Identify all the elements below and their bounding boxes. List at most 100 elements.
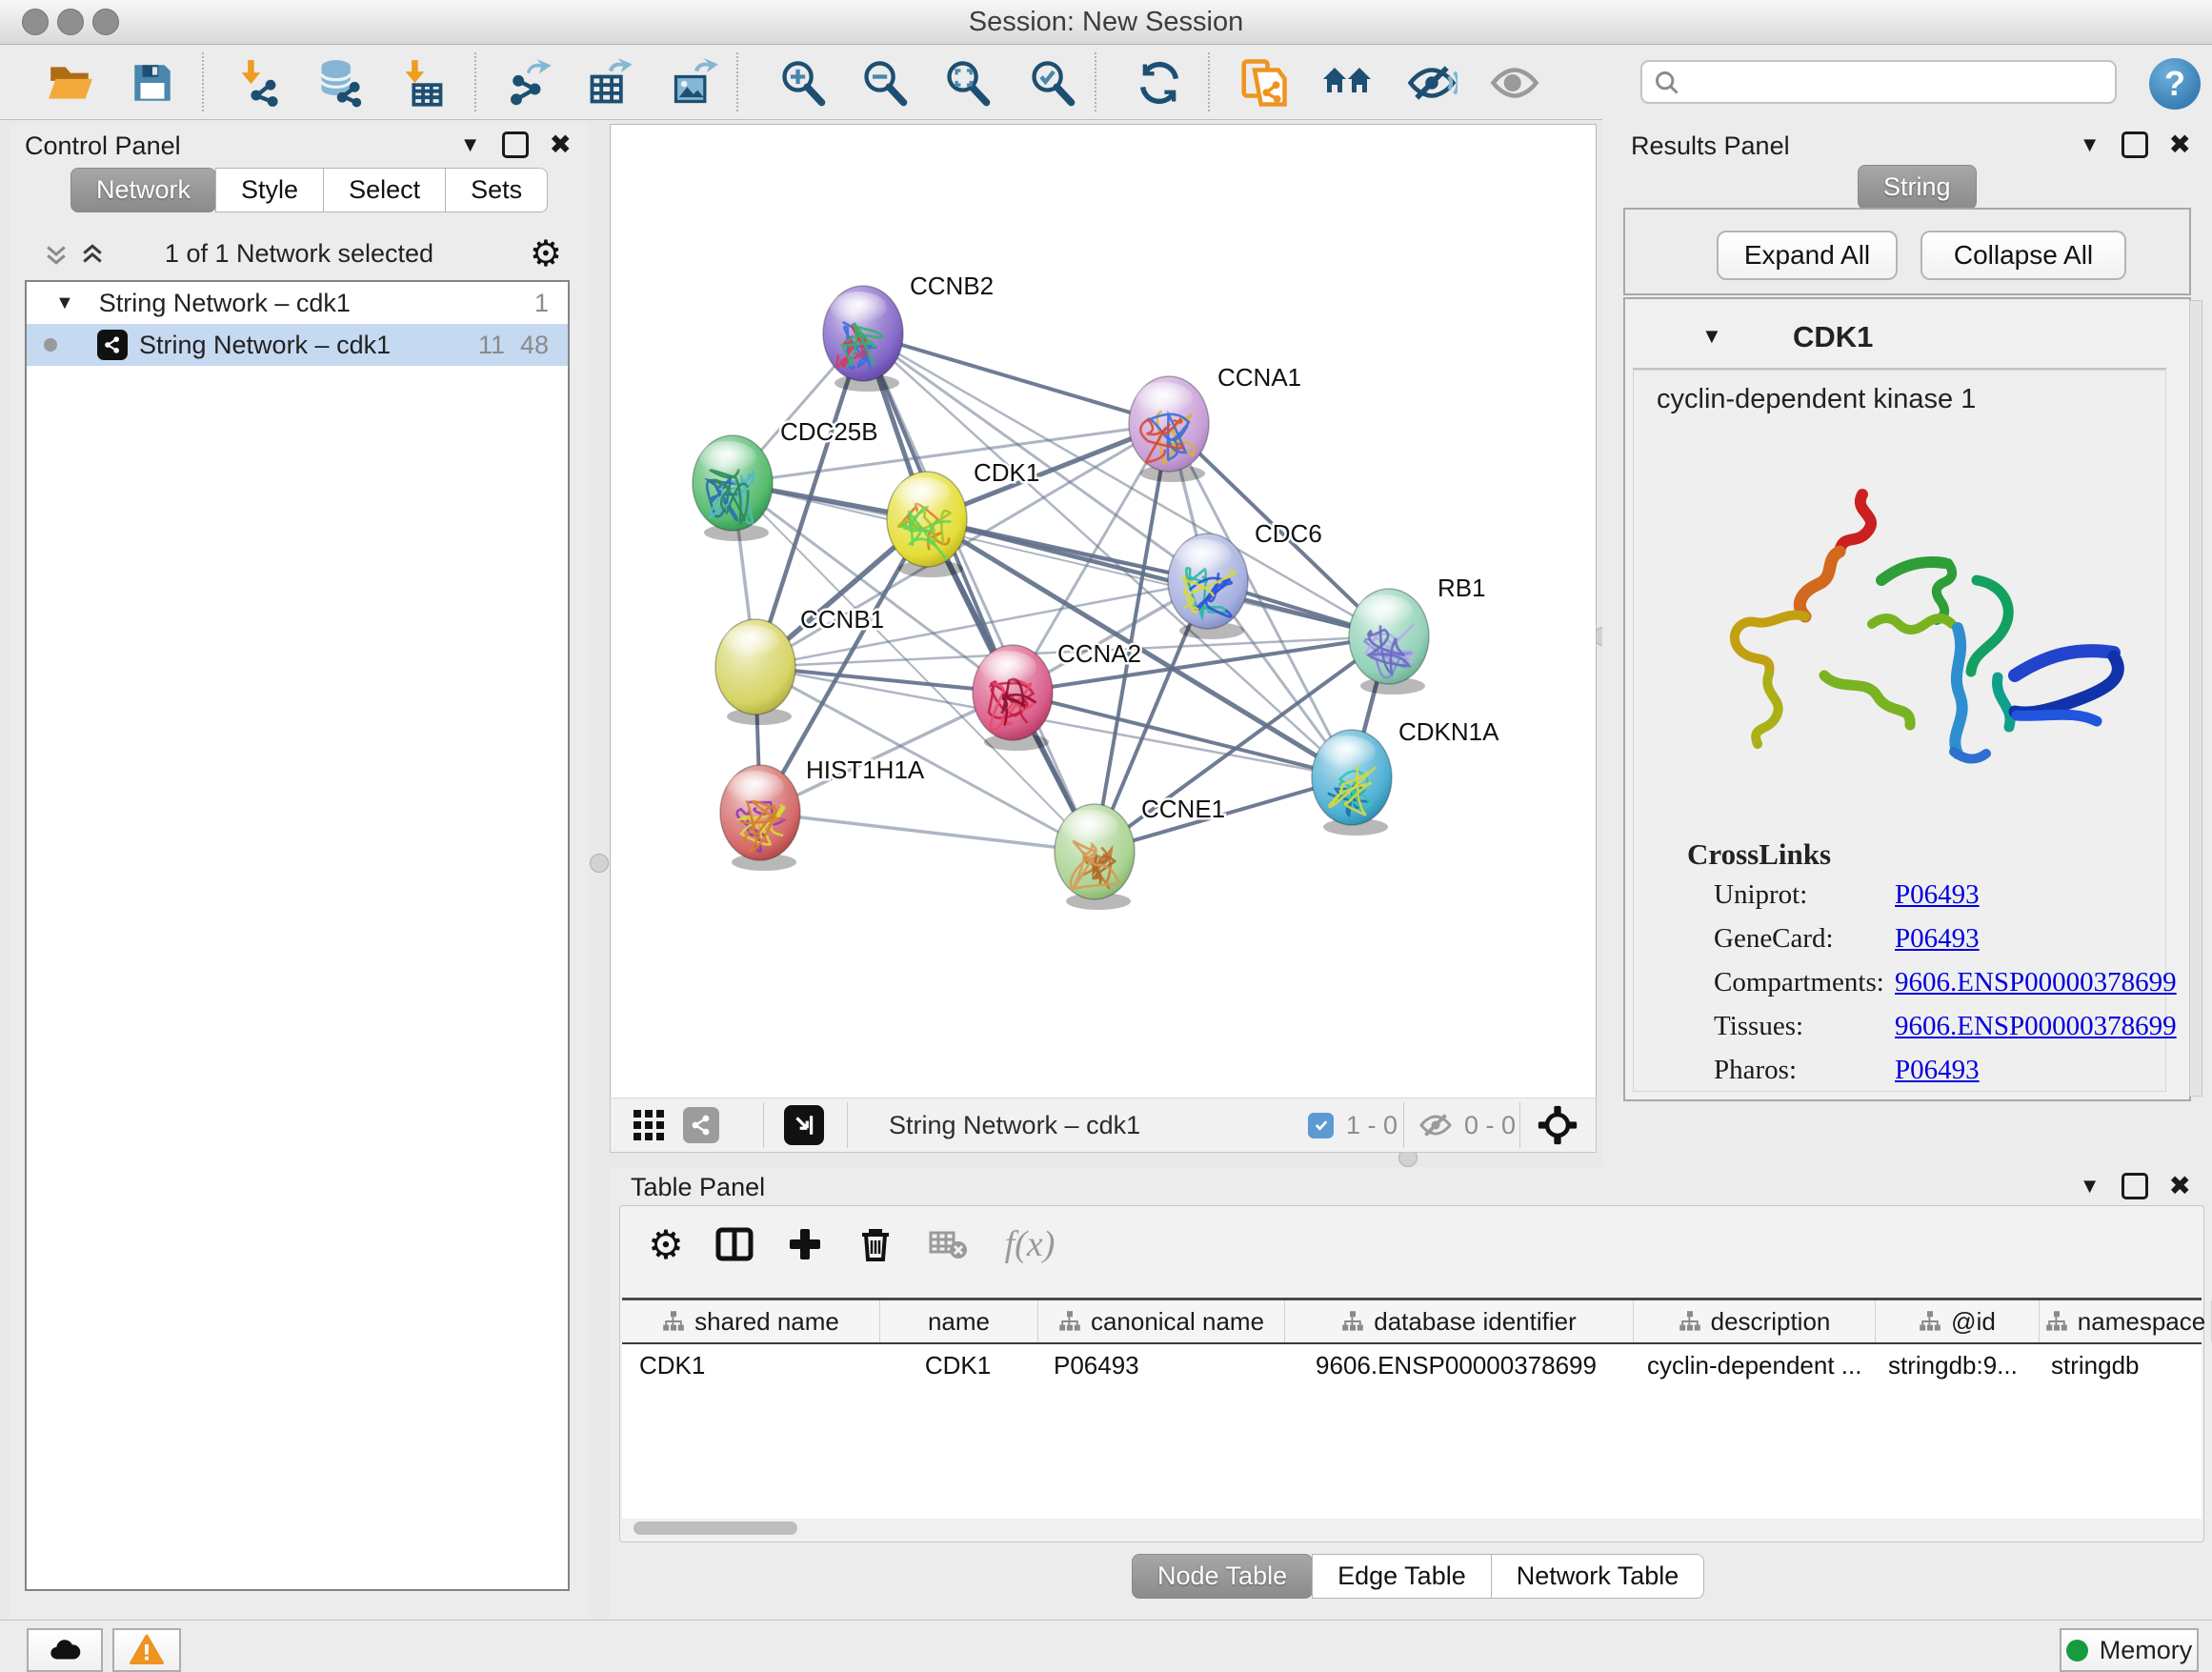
network-canvas[interactable]: CCNB2CCNA1CDC25BCDK1CDC6RB1CCNB1CCNA2CDK…	[610, 124, 1597, 1099]
crosslink-link[interactable]: 9606.ENSP00000378699	[1895, 1011, 2177, 1042]
gene-expander-icon[interactable]: ▼	[1701, 326, 1722, 347]
results-scrollbar[interactable]	[2189, 300, 2202, 1097]
table-panel-collapse-icon[interactable]: ▼	[2080, 1176, 2101, 1197]
help-button[interactable]: ?	[2149, 58, 2201, 110]
open-session-icon[interactable]	[44, 58, 97, 108]
memory-button[interactable]: Memory	[2060, 1628, 2199, 1672]
zoom-in-icon[interactable]	[776, 58, 830, 108]
results-panel-collapse-icon[interactable]: ▼	[2080, 134, 2101, 155]
control-panel-close-icon[interactable]: ✖	[550, 131, 572, 158]
grid-view-icon[interactable]	[632, 1098, 666, 1152]
column-header-database-identifier[interactable]: database identifier	[1285, 1300, 1634, 1342]
crosslink-link[interactable]: P06493	[1895, 879, 1980, 911]
zoom-out-icon[interactable]	[858, 58, 912, 108]
tab-string[interactable]: String	[1858, 165, 1977, 210]
results-panel-float-icon[interactable]	[2122, 131, 2148, 158]
node-table: shared namenamecanonical namedatabase id…	[622, 1298, 2202, 1521]
network-node-CCNA1[interactable]	[1129, 376, 1209, 482]
tab-select[interactable]: Select	[323, 168, 446, 212]
houses-icon[interactable]	[1321, 58, 1375, 108]
control-panel: Control Panel ▼ ✖ NetworkStyleSelectSets…	[10, 124, 589, 1620]
tab-node-table[interactable]: Node Table	[1132, 1554, 1313, 1599]
hidden-eye-icon[interactable]	[1418, 1098, 1453, 1152]
birds-eye-toggle[interactable]	[784, 1098, 824, 1152]
network-collection-row[interactable]: ▼ String Network – cdk1 1	[27, 282, 568, 324]
node-label-CDKN1A: CDKN1A	[1398, 717, 1499, 746]
hide-eye-icon[interactable]	[1405, 58, 1458, 108]
tab-network-table[interactable]: Network Table	[1491, 1554, 1705, 1599]
control-panel-float-icon[interactable]	[502, 131, 529, 158]
crosslink-link[interactable]: 9606.ENSP00000378699	[1895, 967, 2177, 998]
network-node-CCNE1[interactable]	[1055, 804, 1135, 910]
table-columns-icon[interactable]	[708, 1214, 761, 1275]
collapse-all-icon[interactable]	[42, 240, 70, 269]
table-clear-icon[interactable]	[921, 1214, 975, 1275]
table-header-row[interactable]: shared namenamecanonical namedatabase id…	[622, 1300, 2202, 1344]
expand-all-button[interactable]: Expand All	[1717, 231, 1898, 280]
table-body[interactable]: CDK1CDK1P064939606.ENSP00000378699cyclin…	[622, 1344, 2202, 1386]
import-network-database-icon[interactable]	[313, 58, 367, 108]
search-input[interactable]	[1688, 64, 2101, 98]
network-options-gear-icon[interactable]: ⚙	[530, 232, 562, 275]
crosslink-link[interactable]: P06493	[1895, 923, 1980, 955]
collection-expander-icon[interactable]: ▼	[55, 292, 74, 314]
table-function-icon[interactable]: f(x)	[992, 1214, 1068, 1275]
table-panel-close-icon[interactable]: ✖	[2169, 1173, 2191, 1199]
refresh-icon[interactable]	[1133, 58, 1186, 108]
column-header-canonical-name[interactable]: canonical name	[1038, 1300, 1285, 1342]
crosslink-link[interactable]: P06493	[1895, 1055, 1980, 1086]
left-splitter-handle[interactable]	[590, 854, 609, 873]
cloud-button[interactable]	[27, 1628, 103, 1672]
network-node-CCNB2[interactable]	[823, 286, 903, 392]
save-session-icon[interactable]	[126, 58, 179, 108]
table-gear-icon[interactable]: ⚙	[639, 1214, 693, 1275]
collapse-all-button[interactable]: Collapse All	[1920, 231, 2126, 280]
search-field[interactable]	[1640, 60, 2117, 104]
network-node-CDC25B[interactable]	[693, 435, 773, 541]
control-panel-collapse-icon[interactable]: ▼	[460, 134, 481, 155]
column-header-shared-name[interactable]: shared name	[622, 1300, 880, 1342]
pan-crosshair-icon[interactable]	[1537, 1098, 1579, 1152]
export-network-icon[interactable]	[502, 58, 555, 108]
table-row[interactable]: CDK1CDK1P064939606.ENSP00000378699cyclin…	[622, 1344, 2202, 1386]
table-panel-float-icon[interactable]	[2122, 1173, 2148, 1199]
string-network-graph[interactable]: CCNB2CCNA1CDC25BCDK1CDC6RB1CCNB1CCNA2CDK…	[611, 125, 1596, 1098]
table-delete-icon[interactable]	[849, 1214, 902, 1275]
import-table-icon[interactable]	[395, 58, 449, 108]
zoom-fit-icon[interactable]	[941, 58, 995, 108]
network-node-HIST1H1A[interactable]	[720, 765, 800, 871]
tab-edge-table[interactable]: Edge Table	[1312, 1554, 1492, 1599]
tab-style[interactable]: Style	[215, 168, 324, 212]
show-eye-icon[interactable]	[1488, 58, 1541, 108]
table-tabs: Node TableEdge TableNetwork Table	[1132, 1554, 1704, 1599]
expand-all-icon[interactable]	[78, 240, 107, 269]
column-header-name[interactable]: name	[880, 1300, 1038, 1342]
export-table-icon[interactable]	[584, 58, 637, 108]
column-header-namespace[interactable]: namespace	[2040, 1300, 2212, 1342]
network-node-CCNB1[interactable]	[715, 619, 795, 725]
warning-button[interactable]	[112, 1628, 181, 1672]
scrollbar-thumb[interactable]	[633, 1521, 797, 1535]
tab-sets[interactable]: Sets	[445, 168, 548, 212]
network-share-icon[interactable]	[683, 1098, 719, 1152]
table-horizontal-scrollbar[interactable]	[622, 1519, 2202, 1538]
column-tree-icon	[1679, 1310, 1701, 1333]
zoom-selected-icon[interactable]	[1026, 58, 1079, 108]
string-copy-icon[interactable]	[1237, 58, 1290, 108]
table-cell: cyclin-dependent ...	[1630, 1344, 1871, 1386]
results-panel-close-icon[interactable]: ✖	[2169, 131, 2191, 158]
network-node-CDKN1A[interactable]	[1312, 730, 1392, 836]
table-add-icon[interactable]	[778, 1214, 832, 1275]
network-node-RB1[interactable]	[1349, 589, 1429, 695]
tab-network[interactable]: Network	[70, 168, 216, 212]
import-network-file-icon[interactable]	[231, 58, 285, 108]
column-header-@id[interactable]: @id	[1876, 1300, 2040, 1342]
export-image-icon[interactable]	[668, 58, 721, 108]
network-node-CDK1[interactable]	[887, 472, 967, 577]
network-node-CDC6[interactable]	[1168, 534, 1248, 639]
table-cell: CDK1	[622, 1344, 879, 1386]
column-header-description[interactable]: description	[1634, 1300, 1876, 1342]
network-row-selected[interactable]: String Network – cdk1 11 48	[27, 324, 568, 366]
network-node-CCNA2[interactable]	[973, 645, 1053, 751]
selected-checkbox[interactable]	[1308, 1098, 1334, 1152]
